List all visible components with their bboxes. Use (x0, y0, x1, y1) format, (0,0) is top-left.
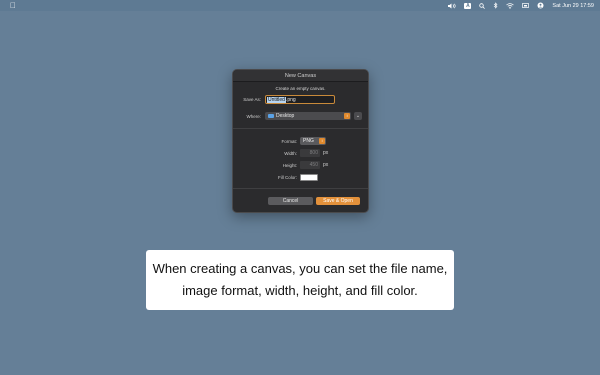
height-unit: px (323, 162, 329, 168)
save-as-label: Save As: (243, 97, 261, 102)
width-unit: px (323, 150, 329, 156)
caption-line-1: When creating a canvas, you can set the … (152, 261, 448, 276)
height-row: Height: 450 px (236, 161, 328, 169)
caption-line-2: image format, width, height, and fill co… (182, 283, 418, 298)
format-select[interactable]: PNG ↕ (300, 137, 326, 145)
dialog-subtitle: Create an empty canvas. (275, 86, 326, 91)
fill-color-label: Fill Color: (277, 175, 297, 180)
width-field[interactable]: 800 (300, 149, 320, 157)
where-row: Where: Desktop ↕ ⌄ (236, 112, 362, 120)
format-row: Format: PNG ↕ (236, 137, 326, 145)
tutorial-caption: When creating a canvas, you can set the … (146, 250, 454, 310)
where-value: Desktop (276, 113, 295, 119)
expand-browser-button[interactable]: ⌄ (354, 112, 362, 120)
apple-menu-icon[interactable]:  (10, 0, 16, 11)
fill-color-row: Fill Color: (236, 174, 318, 181)
format-label: Format: (281, 138, 297, 144)
menu-extras: A Sat Jun 29 17:59 (448, 0, 594, 11)
menu-bar:  A Sat Jun 29 17:59 (0, 0, 600, 11)
save-as-field[interactable]: Untitled .png (265, 95, 335, 104)
cancel-button[interactable]: Cancel (268, 197, 313, 205)
folder-icon (268, 113, 274, 119)
input-source-icon[interactable]: A (464, 0, 472, 11)
width-row: Width: 800 px (236, 149, 328, 157)
format-stepper-icon: ↕ (319, 138, 325, 144)
dialog-title: New Canvas (233, 70, 368, 82)
height-label: Height: (282, 162, 297, 168)
save-as-row: Save As: Untitled .png (236, 95, 335, 104)
display-icon[interactable] (522, 0, 530, 11)
format-value: PNG (303, 138, 314, 144)
save-as-extension: .png (285, 96, 296, 103)
where-label: Where: (246, 113, 261, 119)
wifi-icon[interactable] (506, 0, 515, 11)
save-and-open-button[interactable]: Save & Open (316, 197, 360, 205)
where-select[interactable]: Desktop ↕ (265, 112, 351, 120)
where-stepper-icon: ↕ (344, 113, 350, 119)
search-icon[interactable] (479, 0, 486, 11)
divider (233, 128, 368, 129)
fill-color-swatch[interactable] (300, 174, 318, 181)
save-as-selected-text: Untitled (267, 96, 286, 103)
width-label: Width: (284, 150, 297, 156)
volume-icon[interactable] (448, 0, 456, 11)
menu-clock[interactable]: Sat Jun 29 17:59 (552, 0, 594, 11)
new-canvas-dialog: New Canvas Create an empty canvas. Save … (232, 69, 369, 213)
bluetooth-icon[interactable] (493, 0, 498, 11)
user-icon[interactable] (537, 0, 544, 11)
divider (233, 188, 368, 189)
height-field[interactable]: 450 (300, 161, 320, 169)
